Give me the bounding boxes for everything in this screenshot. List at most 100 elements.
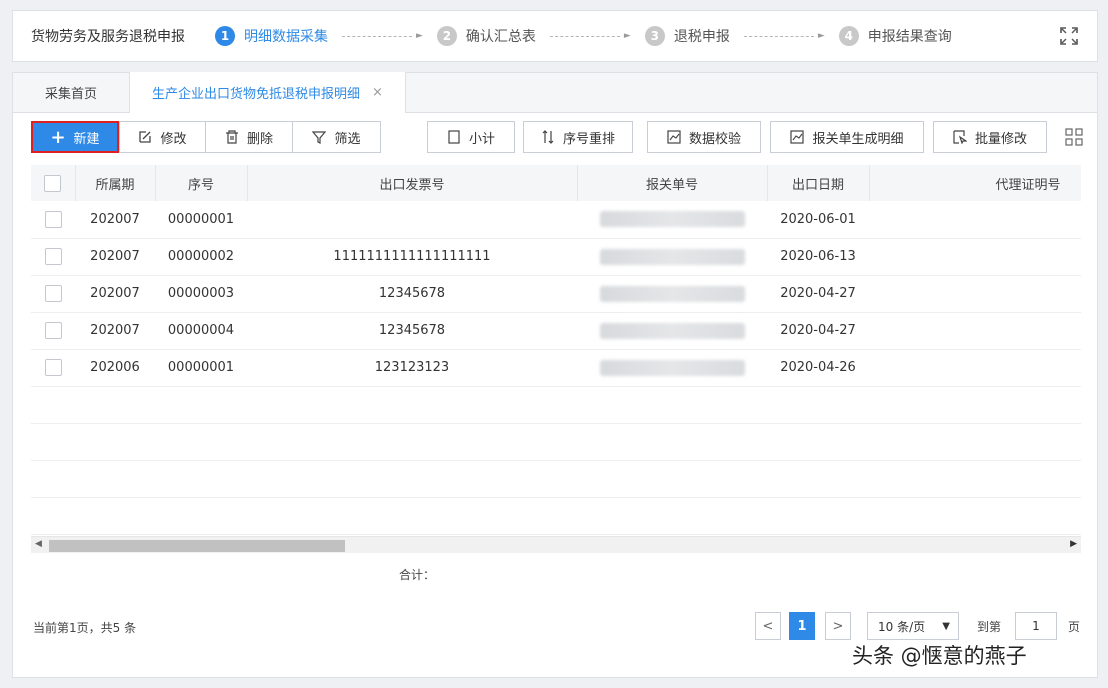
- redacted-value: [599, 211, 745, 228]
- period-cell: 202007: [75, 238, 155, 276]
- arrow-right-icon: ►: [416, 31, 423, 41]
- goto-page-input[interactable]: [1015, 612, 1057, 640]
- customs-generate-label: 报关单生成明细: [812, 131, 904, 147]
- seq-cell: 00000001: [155, 349, 247, 387]
- page-info: 当前第1页，共5 条: [33, 621, 137, 635]
- customs-no-cell: [577, 201, 767, 239]
- batch-edit-label: 批量修改: [974, 131, 1027, 147]
- seq-cell: 00000003: [155, 275, 247, 313]
- row-checkbox[interactable]: [44, 248, 62, 265]
- empty-row: [31, 497, 1081, 535]
- prev-page-button[interactable]: <: [755, 612, 781, 640]
- step-divider: [743, 35, 814, 37]
- subtotal-icon: [448, 130, 460, 144]
- next-page-button[interactable]: >: [825, 612, 851, 640]
- date-cell: 2020-06-13: [767, 238, 869, 276]
- step-number: 4: [838, 26, 859, 46]
- filter-icon: [312, 131, 327, 144]
- table-row[interactable]: 202007 00000004 12345678 2020-04-27: [31, 312, 1081, 350]
- tab-detail[interactable]: 生产企业出口货物免抵退税申报明细 ×: [129, 72, 406, 113]
- column-header[interactable]: 序号: [155, 165, 248, 201]
- watermark: 头条 @惬意的燕子: [852, 644, 1027, 668]
- chart-icon: [667, 130, 681, 144]
- fullscreen-icon[interactable]: [1059, 26, 1079, 46]
- goto-label: 到第: [977, 620, 1002, 634]
- redacted-value: [599, 322, 745, 339]
- agent-cert-cell: [869, 275, 1081, 313]
- select-all-checkbox[interactable]: [44, 174, 62, 192]
- period-cell: 202007: [75, 312, 155, 350]
- total-label: 合计：: [399, 568, 436, 582]
- step-divider: [342, 35, 412, 37]
- empty-row: [31, 460, 1081, 498]
- empty-row: [31, 386, 1081, 424]
- add-button[interactable]: + 新建: [31, 121, 119, 153]
- scrollbar-thumb[interactable]: [49, 540, 345, 552]
- customs-no-cell: [577, 349, 767, 387]
- redacted-value: [599, 359, 745, 376]
- edit-button[interactable]: 修改: [119, 121, 206, 153]
- total-row: 合计：: [31, 557, 1081, 589]
- row-checkbox[interactable]: [44, 322, 62, 339]
- arrow-right-icon: ►: [623, 31, 631, 41]
- date-cell: 2020-04-27: [767, 312, 869, 350]
- customs-no-cell: [577, 238, 767, 276]
- filter-button[interactable]: 筛选: [292, 121, 381, 153]
- filter-label: 筛选: [334, 131, 361, 147]
- scroll-left-icon[interactable]: ◀: [35, 539, 42, 549]
- chevron-down-icon: ▼: [942, 620, 950, 632]
- invoice-cell: 12345678: [247, 275, 577, 313]
- column-header[interactable]: 代理证明号: [869, 165, 1081, 201]
- close-icon[interactable]: ×: [372, 85, 383, 100]
- period-cell: 202007: [75, 201, 155, 239]
- column-header[interactable]: 出口日期: [767, 165, 870, 201]
- page-size-value: 10 条/页: [878, 619, 926, 634]
- column-header[interactable]: 报关单号: [577, 165, 768, 201]
- horizontal-scrollbar[interactable]: ◀ ▶: [31, 536, 1081, 553]
- step-label: 退税申报: [673, 29, 730, 45]
- main-panel: 采集首页 生产企业出口货物免抵退税申报明细 × + 新建 修改 删除 筛选 小计: [12, 72, 1098, 678]
- customs-generate-button[interactable]: 报关单生成明细: [770, 121, 924, 153]
- table-row[interactable]: 202007 00000002 1111111111111111111 2020…: [31, 238, 1081, 276]
- reorder-button[interactable]: 序号重排: [523, 121, 633, 153]
- step-3[interactable]: 3 退税申报: [644, 26, 730, 46]
- row-checkbox[interactable]: [44, 359, 62, 376]
- seq-cell: 00000004: [155, 312, 247, 350]
- column-header[interactable]: 所属期: [75, 165, 156, 201]
- batch-edit-icon: [953, 130, 967, 144]
- agent-cert-cell: [869, 201, 1081, 239]
- verify-button[interactable]: 数据校验: [647, 121, 761, 153]
- document-chart-icon: [790, 130, 805, 144]
- step-number: 1: [215, 26, 235, 46]
- table-row[interactable]: 202007 00000001 2020-06-01: [31, 201, 1081, 239]
- subtotal-button[interactable]: 小计: [427, 121, 515, 153]
- page-size-select[interactable]: 10 条/页 ▼: [867, 612, 959, 640]
- agent-cert-cell: [869, 238, 1081, 276]
- verify-label: 数据校验: [688, 131, 741, 147]
- column-settings-icon[interactable]: [1065, 128, 1083, 146]
- row-checkbox[interactable]: [44, 210, 62, 228]
- step-1[interactable]: 1 明细数据采集: [215, 26, 328, 46]
- scroll-right-icon[interactable]: ▶: [1070, 539, 1077, 549]
- redacted-value: [599, 285, 745, 302]
- row-checkbox[interactable]: [44, 285, 62, 302]
- current-page-button[interactable]: 1: [789, 612, 815, 640]
- column-header[interactable]: 出口发票号: [247, 165, 578, 201]
- delete-label: 删除: [246, 131, 273, 147]
- invoice-cell: 1111111111111111111: [247, 238, 577, 276]
- tab-home[interactable]: 采集首页: [13, 72, 129, 112]
- add-label: 新建: [73, 131, 100, 147]
- table-row[interactable]: 202006 00000001 123123123 2020-04-26: [31, 349, 1081, 387]
- date-cell: 2020-04-27: [767, 275, 869, 313]
- select-all-cell[interactable]: [31, 165, 76, 201]
- seq-cell: 00000001: [155, 201, 247, 239]
- table-row[interactable]: 202007 00000003 12345678 2020-04-27: [31, 275, 1081, 313]
- step-label: 申报结果查询: [867, 29, 952, 45]
- delete-button[interactable]: 删除: [205, 121, 293, 153]
- step-4[interactable]: 4 申报结果查询: [838, 26, 952, 46]
- batch-edit-button[interactable]: 批量修改: [933, 121, 1047, 153]
- step-label: 明细数据采集: [244, 29, 328, 45]
- agent-cert-cell: [869, 349, 1081, 387]
- date-cell: 2020-04-26: [767, 349, 869, 387]
- step-2[interactable]: 2 确认汇总表: [436, 26, 536, 46]
